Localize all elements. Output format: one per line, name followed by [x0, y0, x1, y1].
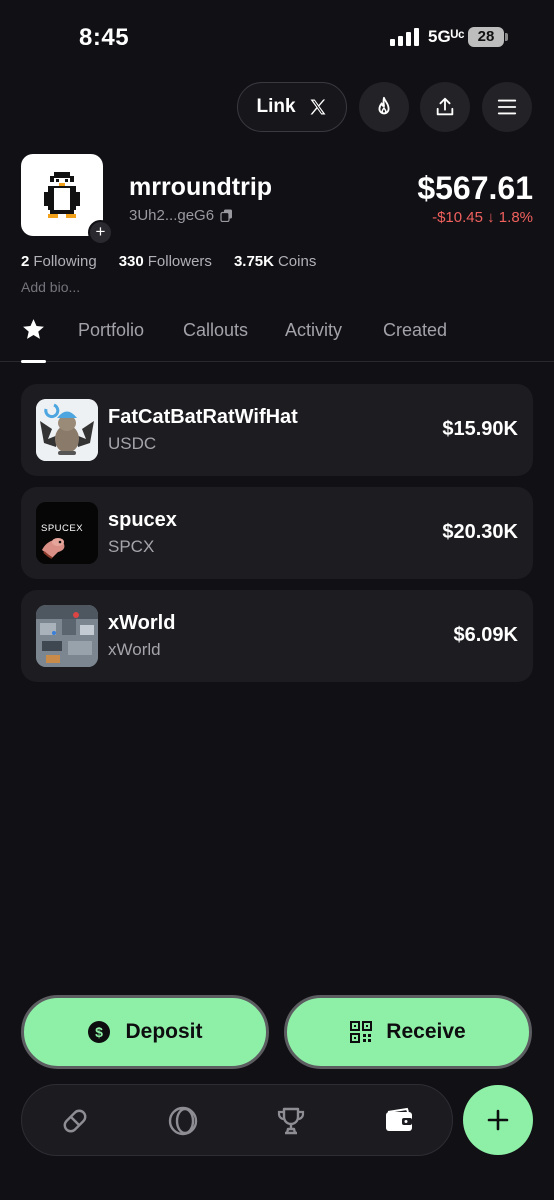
- token-name: FatCatBatRatWifHat: [108, 406, 298, 428]
- fire-button[interactable]: [359, 82, 409, 132]
- status-time: 8:45: [79, 24, 130, 51]
- holding-card[interactable]: FatCatBatRatWifHat USDC $15.90K: [21, 384, 533, 476]
- battery-icon: 28: [468, 27, 504, 47]
- holding-card[interactable]: SPUCEX spucex SPCX $20.30K: [21, 487, 533, 579]
- token-value: $15.90K: [442, 418, 518, 440]
- token-image-text: SPUCEX: [41, 523, 83, 534]
- holding-card[interactable]: xWorld xWorld $6.09K: [21, 590, 533, 682]
- tab-created[interactable]: Created: [383, 320, 447, 341]
- wallet-address[interactable]: 3Uh2...geG6: [129, 207, 233, 224]
- receive-label: Receive: [386, 1020, 466, 1043]
- star-icon: [23, 319, 44, 339]
- tab-callouts[interactable]: Callouts: [183, 320, 248, 341]
- share-button[interactable]: [420, 82, 470, 132]
- menu-button[interactable]: [482, 82, 532, 132]
- coins-stat[interactable]: 3.75K Coins: [234, 253, 316, 270]
- token-symbol: SPCX: [108, 537, 155, 556]
- penguin-avatar-icon: [44, 172, 80, 218]
- pill-icon: [63, 1109, 87, 1133]
- nav-leaderboard[interactable]: [273, 1103, 309, 1139]
- token-image-fatcat: [36, 399, 98, 461]
- token-value: $20.30K: [442, 521, 518, 543]
- token-image-spucex: SPUCEX: [36, 502, 98, 564]
- nav-wallet[interactable]: [381, 1103, 417, 1139]
- nav-pill[interactable]: [57, 1103, 93, 1139]
- qr-code-icon: [350, 1021, 373, 1043]
- dollar-circle-icon: $: [88, 1021, 111, 1043]
- token-name: spucex: [108, 509, 177, 531]
- token-value: $6.09K: [453, 624, 519, 646]
- token-name: xWorld: [108, 612, 176, 634]
- username: mrroundtrip: [129, 173, 273, 201]
- link-x-button[interactable]: Link: [237, 82, 347, 132]
- nav-explore[interactable]: [165, 1103, 201, 1139]
- trophy-icon: [277, 1107, 305, 1135]
- bottom-nav: [21, 1084, 453, 1156]
- tab-portfolio[interactable]: Portfolio: [78, 320, 144, 341]
- create-button[interactable]: [463, 1085, 533, 1155]
- add-bio-link[interactable]: Add bio...: [21, 279, 80, 295]
- balance-change: -$10.45 ↓ 1.8%: [432, 209, 533, 226]
- x-logo-icon: [310, 99, 326, 115]
- token-symbol: xWorld: [108, 640, 161, 659]
- hamburger-menu-icon: [497, 99, 517, 115]
- receive-button[interactable]: Receive: [284, 995, 532, 1069]
- wallet-icon: [386, 1107, 412, 1131]
- ring-icon: [168, 1106, 198, 1136]
- token-image-xworld: [36, 605, 98, 667]
- token-symbol: USDC: [108, 434, 157, 453]
- copy-icon[interactable]: [220, 209, 233, 222]
- battery-tip: [505, 33, 508, 41]
- tab-favorites[interactable]: [21, 317, 47, 363]
- portfolio-balance: $567.61: [417, 170, 533, 206]
- plus-icon: [487, 1109, 509, 1131]
- share-icon: [436, 97, 454, 116]
- link-label: Link: [256, 96, 296, 117]
- following-stat[interactable]: 2 Following: [21, 253, 97, 270]
- profile-tabs: Portfolio Callouts Activity Created: [0, 300, 554, 363]
- profile-stats: 2 Following 330 Followers 3.75K Coins: [21, 253, 316, 270]
- wallet-address-text: 3Uh2...geG6: [129, 207, 215, 224]
- network-label: 5Gᵁᶜ: [428, 27, 465, 46]
- flame-icon: [378, 96, 390, 115]
- deposit-label: Deposit: [125, 1020, 203, 1043]
- status-bar: 8:45 5Gᵁᶜ 28: [0, 0, 554, 70]
- tab-activity[interactable]: Activity: [285, 320, 342, 341]
- svg-text:$: $: [96, 1024, 104, 1040]
- signal-icon: [390, 28, 419, 46]
- deposit-button[interactable]: $ Deposit: [21, 995, 269, 1069]
- add-avatar-button[interactable]: +: [88, 220, 113, 245]
- followers-stat[interactable]: 330 Followers: [119, 253, 212, 270]
- active-tab-indicator: [21, 360, 46, 363]
